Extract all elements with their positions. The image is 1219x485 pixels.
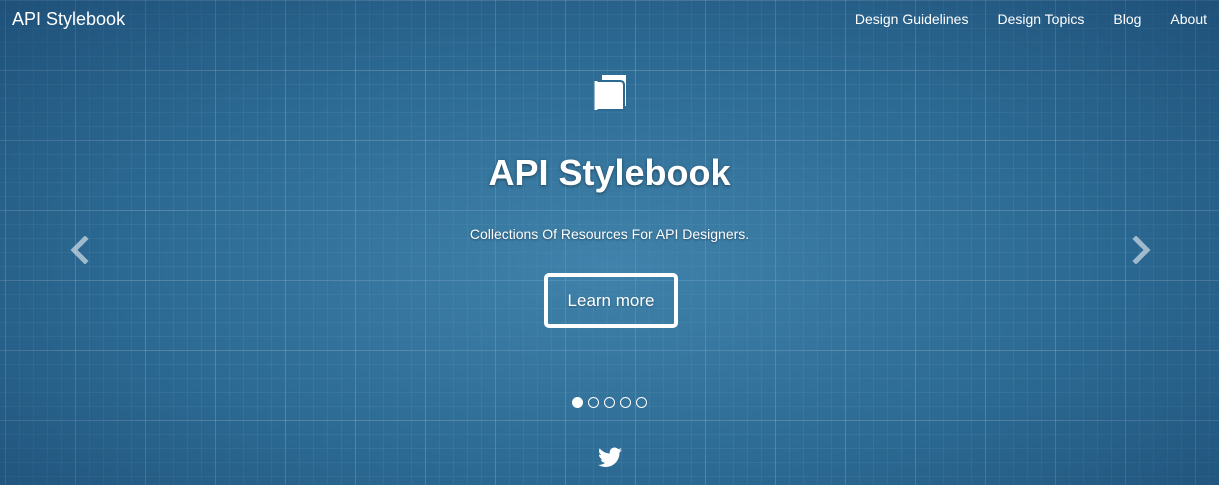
nav-item-about[interactable]: About bbox=[1170, 11, 1207, 27]
carousel-indicators bbox=[572, 397, 647, 408]
carousel-dot-1[interactable] bbox=[572, 397, 583, 408]
hero-section: API Stylebook Design Guidelines Design T… bbox=[0, 0, 1219, 485]
nav-item-design-topics[interactable]: Design Topics bbox=[997, 11, 1084, 27]
twitter-icon[interactable] bbox=[598, 447, 622, 468]
nav-item-blog[interactable]: Blog bbox=[1113, 11, 1141, 27]
carousel-dot-3[interactable] bbox=[604, 397, 615, 408]
top-nav: Design Guidelines Design Topics Blog Abo… bbox=[826, 11, 1207, 27]
learn-more-label: Learn more bbox=[567, 290, 655, 310]
carousel-dot-4[interactable] bbox=[620, 397, 631, 408]
book-icon bbox=[594, 75, 626, 111]
chevron-left-icon[interactable] bbox=[68, 236, 92, 264]
carousel-dot-5[interactable] bbox=[636, 397, 647, 408]
nav-item-design-guidelines[interactable]: Design Guidelines bbox=[855, 11, 969, 27]
carousel-dot-2[interactable] bbox=[588, 397, 599, 408]
chevron-right-icon[interactable] bbox=[1129, 236, 1153, 264]
brand-link[interactable]: API Stylebook bbox=[12, 9, 125, 30]
learn-more-button[interactable]: Learn more bbox=[544, 273, 678, 328]
hero-subtitle: Collections Of Resources For API Designe… bbox=[469, 226, 750, 242]
hero-title: API Stylebook bbox=[488, 152, 731, 193]
